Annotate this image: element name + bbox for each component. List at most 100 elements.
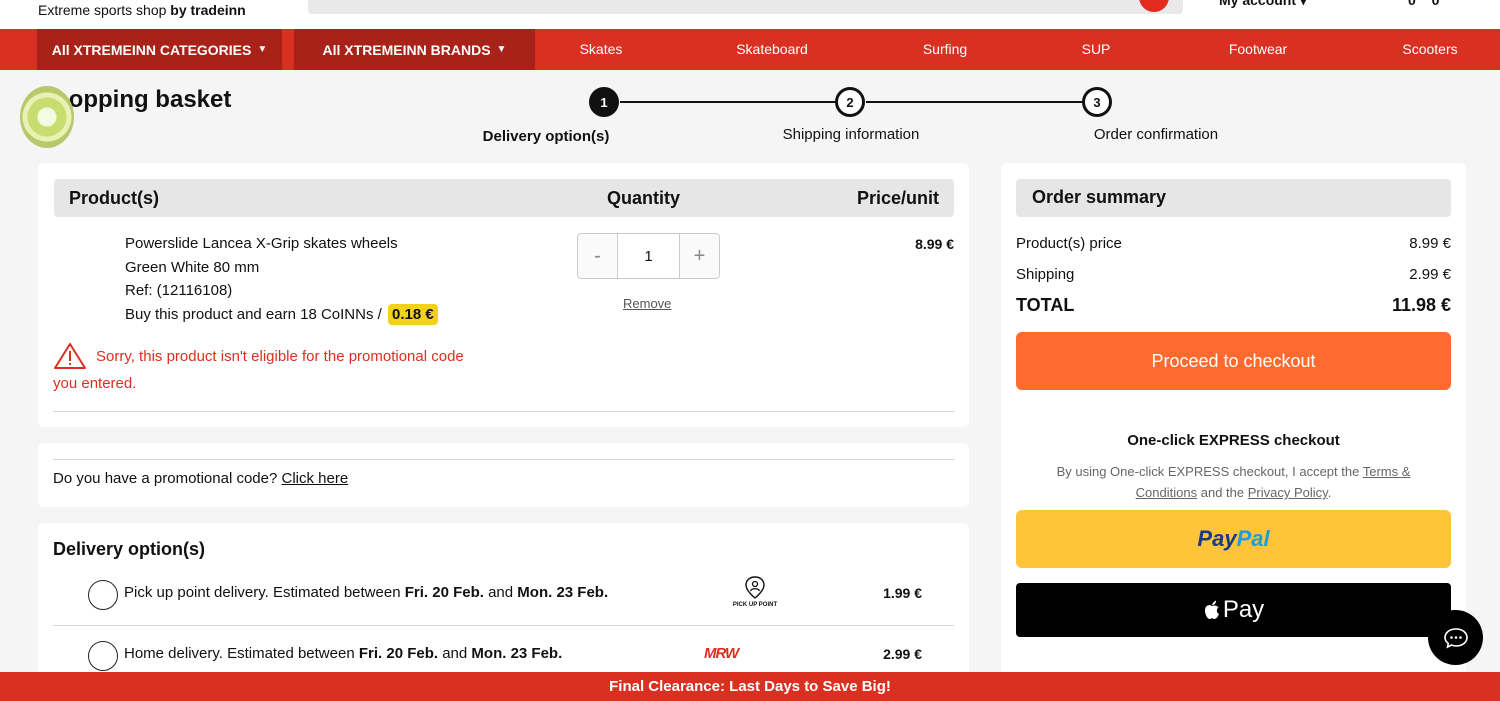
promo-ineligible-warning: Sorry, this product isn't eligible for t… (53, 348, 464, 392)
pickup-point-label: PICK UP POINT (732, 602, 778, 608)
apple-pay-button[interactable]: Pay (1016, 583, 1451, 637)
promo-banner[interactable]: Final Clearance: Last Days to Save Big! (0, 672, 1500, 701)
cart-counter[interactable]: 0 0 (1408, 0, 1445, 8)
search-button[interactable] (1139, 0, 1169, 12)
delivery-to-date: Mon. 23 Feb. (517, 584, 609, 601)
account-menu[interactable]: My account ▾ (1219, 0, 1307, 9)
delivery-and: and (442, 645, 468, 662)
express-title-prefix: One-click (1127, 432, 1195, 449)
express-note-text: By using One-click EXPRESS checkout, I a… (1056, 464, 1360, 479)
delivery-title: Delivery option(s) (53, 539, 206, 559)
product-ref: Ref: (12116108) (125, 282, 233, 299)
basket-table-header: Product(s) Quantity Price/unit (54, 179, 954, 217)
delivery-prefix: Pick up point delivery. Estimated betwee… (124, 584, 401, 601)
promo-code-prompt: Do you have a promotional code? Click he… (53, 470, 348, 487)
express-note-and: and the (1200, 485, 1245, 500)
radio-home-delivery[interactable] (88, 641, 118, 671)
caret-down-icon: ▼ (257, 44, 268, 55)
pickup-delivery-price: 1.99 € (883, 585, 922, 601)
tagline-brand: by tradeinn (170, 2, 246, 18)
shipping-value: 2.99 € (1409, 266, 1451, 283)
product-image[interactable] (20, 86, 74, 148)
divider (53, 459, 954, 460)
search-input[interactable] (308, 0, 1183, 14)
product-price-value: 8.99 € (1409, 235, 1451, 252)
quantity-stepper: - 1 + (577, 233, 720, 279)
nav-link-footwear[interactable]: Footwear (1229, 41, 1287, 57)
quantity-value[interactable]: 1 (617, 234, 680, 278)
express-terms-note: By using One-click EXPRESS checkout, I a… (1036, 461, 1431, 503)
radio-pickup-delivery[interactable] (88, 580, 118, 610)
proceed-to-checkout-button[interactable]: Proceed to checkout (1016, 332, 1451, 390)
nav-link-surfing[interactable]: Surfing (923, 41, 967, 57)
pickup-point-logo: PICK UP POINT (728, 576, 782, 608)
all-categories-button[interactable]: All XTREMEINN CATEGORIES ▼ (37, 29, 282, 70)
summary-product-price-row: Product(s) price 8.99 € (1016, 235, 1451, 252)
coins-value-badge: 0.18 € (387, 304, 438, 325)
step-1-indicator: 1 (589, 87, 619, 117)
shipping-label: Shipping (1016, 266, 1075, 283)
categories-label: All XTREMEINN CATEGORIES (51, 41, 252, 58)
site-tagline[interactable]: Extreme sports shop by tradeinn (38, 2, 246, 18)
increase-quantity-button[interactable]: + (680, 234, 719, 278)
tagline-text: Extreme sports shop (38, 2, 167, 18)
delivery-from-date: Fri. 20 Feb. (404, 584, 484, 601)
nav-link-skateboard[interactable]: Skateboard (736, 41, 808, 57)
step-3-label: Order confirmation (1093, 126, 1219, 143)
header-quantity: Quantity (607, 188, 681, 208)
summary-shipping-row: Shipping 2.99 € (1016, 266, 1451, 283)
coins-text: Buy this product and earn 18 CoINNs / (125, 306, 382, 323)
total-value: 11.98 € (1391, 295, 1451, 315)
brands-label: All XTREMEINN BRANDS (322, 41, 491, 58)
step-1-label: Delivery option(s) (482, 128, 610, 145)
divider (53, 625, 954, 626)
promo-click-here-link[interactable]: Click here (281, 470, 348, 487)
chat-bubble-icon (1443, 627, 1468, 648)
mrw-logo: MRW (704, 645, 739, 662)
nav-link-scooters[interactable]: Scooters (1402, 41, 1457, 57)
delivery-prefix: Home delivery. Estimated between (124, 645, 355, 662)
main-nav: All XTREMEINN CATEGORIES ▼ All XTREMEINN… (0, 29, 1500, 70)
step-3-indicator: 3 (1082, 87, 1112, 117)
header-price: Price/unit (856, 188, 939, 208)
divider (53, 411, 954, 412)
step-2-label: Shipping information (782, 126, 920, 143)
chat-button[interactable] (1428, 610, 1483, 665)
paypal-logo-part2: Pal (1236, 526, 1270, 551)
top-bar: Extreme sports shop by tradeinn My accou… (0, 0, 1500, 29)
express-title-suffix: checkout (1273, 432, 1340, 449)
express-checkout-title: One-click EXPRESS checkout (1016, 432, 1451, 449)
map-pin-icon (745, 576, 765, 599)
coins-reward: Buy this product and earn 18 CoINNs / 0.… (125, 304, 438, 325)
nav-link-sup[interactable]: SUP (1082, 41, 1111, 57)
product-price-label: Product(s) price (1016, 235, 1122, 252)
home-delivery-price: 2.99 € (883, 646, 922, 662)
summary-total-row: TOTAL 11.98 € (1016, 295, 1451, 316)
home-delivery-text[interactable]: Home delivery. Estimated between Fri. 20… (124, 645, 562, 662)
privacy-policy-link[interactable]: Privacy Policy (1248, 485, 1328, 500)
remove-item-link[interactable]: Remove (623, 296, 671, 311)
step-connector (620, 101, 838, 103)
apple-pay-label: Pay (1222, 596, 1265, 623)
express-note-end: . (1327, 485, 1332, 500)
product-variant: Green White 80 mm (125, 259, 260, 276)
chevron-down-icon: ▾ (1299, 0, 1307, 8)
unit-price: 8.99 € (915, 236, 954, 252)
apple-icon (1204, 600, 1219, 619)
total-label: TOTAL (1016, 295, 1075, 315)
all-brands-button[interactable]: All XTREMEINN BRANDS ▼ (294, 29, 535, 70)
delivery-from-date: Fri. 20 Feb. (358, 645, 439, 662)
delivery-to-date: Mon. 23 Feb. (471, 645, 563, 662)
header-product: Product(s) (69, 188, 159, 208)
pickup-delivery-text[interactable]: Pick up point delivery. Estimated betwee… (124, 584, 608, 601)
paypal-logo-part1: Pay (1197, 526, 1237, 551)
promo-question: Do you have a promotional code? (53, 470, 278, 487)
nav-link-skates[interactable]: Skates (580, 41, 623, 57)
step-2-indicator: 2 (835, 87, 865, 117)
caret-down-icon: ▼ (496, 44, 507, 55)
paypal-button[interactable]: Pay Pal (1016, 510, 1451, 568)
product-name[interactable]: Powerslide Lancea X-Grip skates wheels (125, 235, 398, 252)
step-connector (866, 101, 1084, 103)
decrease-quantity-button[interactable]: - (578, 234, 617, 278)
delivery-and: and (488, 584, 514, 601)
